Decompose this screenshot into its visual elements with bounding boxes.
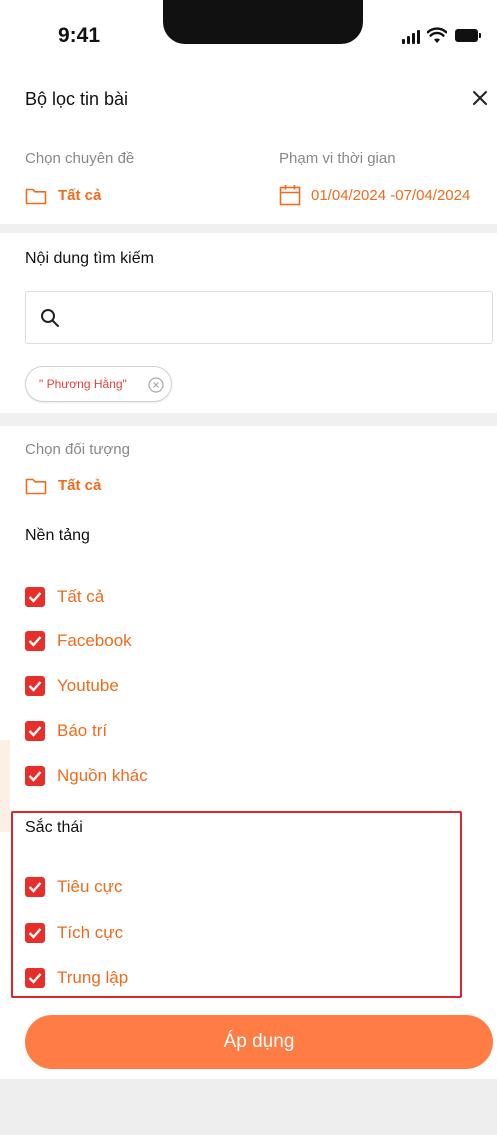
chip-label: " Phương Hằng" — [39, 377, 127, 391]
target-label: Chọn đối tượng — [25, 441, 130, 458]
checkbox-checked-icon[interactable] — [25, 721, 45, 741]
platform-option-facebook[interactable]: Facebook — [25, 630, 325, 654]
platform-option-youtube[interactable]: Youtube — [25, 675, 325, 699]
device-notch — [163, 0, 363, 44]
chip-remove-icon[interactable] — [148, 377, 164, 393]
time-range-label: Phạm vi thời gian — [279, 150, 396, 167]
option-label: Nguồn khác — [57, 766, 148, 785]
time-range-value: 01/04/2024 -07/04/2024 — [311, 187, 471, 204]
checkbox-checked-icon[interactable] — [25, 968, 45, 988]
topic-label: Chọn chuyên đề — [25, 150, 135, 167]
option-label: Trung lập — [57, 968, 129, 987]
target-selector[interactable]: Tất cả — [25, 474, 225, 498]
platform-option-press[interactable]: Báo trí — [25, 720, 325, 744]
status-time: 9:41 — [58, 24, 101, 47]
checkbox-checked-icon[interactable] — [25, 877, 45, 897]
sentiment-option-positive[interactable]: Tích cực — [25, 922, 325, 946]
option-label: Báo trí — [57, 721, 108, 740]
keyword-chip[interactable]: " Phương Hằng" — [25, 366, 172, 402]
checkbox-checked-icon[interactable] — [25, 676, 45, 696]
checkbox-checked-icon[interactable] — [25, 923, 45, 943]
search-input[interactable] — [72, 302, 472, 334]
folder-icon — [25, 188, 47, 205]
bottom-area — [0, 1079, 497, 1135]
topic-selector[interactable]: Tất cả — [25, 184, 225, 208]
battery-icon — [455, 29, 481, 42]
wifi-icon — [427, 27, 447, 43]
page-title: Bộ lọc tin bài — [25, 89, 129, 109]
section-divider — [0, 413, 497, 426]
topic-value: Tất cả — [58, 187, 102, 204]
apply-button[interactable]: Áp dụng — [25, 1015, 493, 1069]
sentiment-heading: Sắc thái — [25, 819, 83, 836]
close-icon[interactable] — [470, 88, 490, 108]
option-label: Youtube — [57, 676, 119, 695]
option-label: Tiêu cực — [57, 877, 123, 896]
sentiment-option-negative[interactable]: Tiêu cực — [25, 876, 325, 900]
search-heading: Nội dung tìm kiếm — [25, 250, 154, 267]
search-box — [25, 291, 493, 344]
checkbox-checked-icon[interactable] — [25, 766, 45, 786]
checkbox-checked-icon[interactable] — [25, 631, 45, 651]
platform-option-all[interactable]: Tất cả — [25, 586, 325, 610]
decorative-accent — [0, 740, 10, 832]
sentiment-option-neutral[interactable]: Trung lập — [25, 967, 325, 991]
checkbox-checked-icon[interactable] — [25, 587, 45, 607]
option-label: Tích cực — [57, 923, 124, 942]
folder-icon — [25, 478, 47, 495]
platform-option-other[interactable]: Nguồn khác — [25, 765, 325, 789]
target-value: Tất cả — [58, 477, 102, 494]
cellular-signal-icon — [402, 30, 420, 44]
calendar-icon — [279, 185, 301, 206]
search-icon — [41, 309, 59, 327]
status-bar: 9:41 — [0, 0, 497, 68]
option-label: Tất cả — [57, 587, 105, 606]
section-divider — [0, 224, 497, 233]
platform-heading: Nền tảng — [25, 527, 90, 544]
time-range-selector[interactable]: 01/04/2024 -07/04/2024 — [279, 182, 494, 208]
option-label: Facebook — [57, 631, 132, 650]
